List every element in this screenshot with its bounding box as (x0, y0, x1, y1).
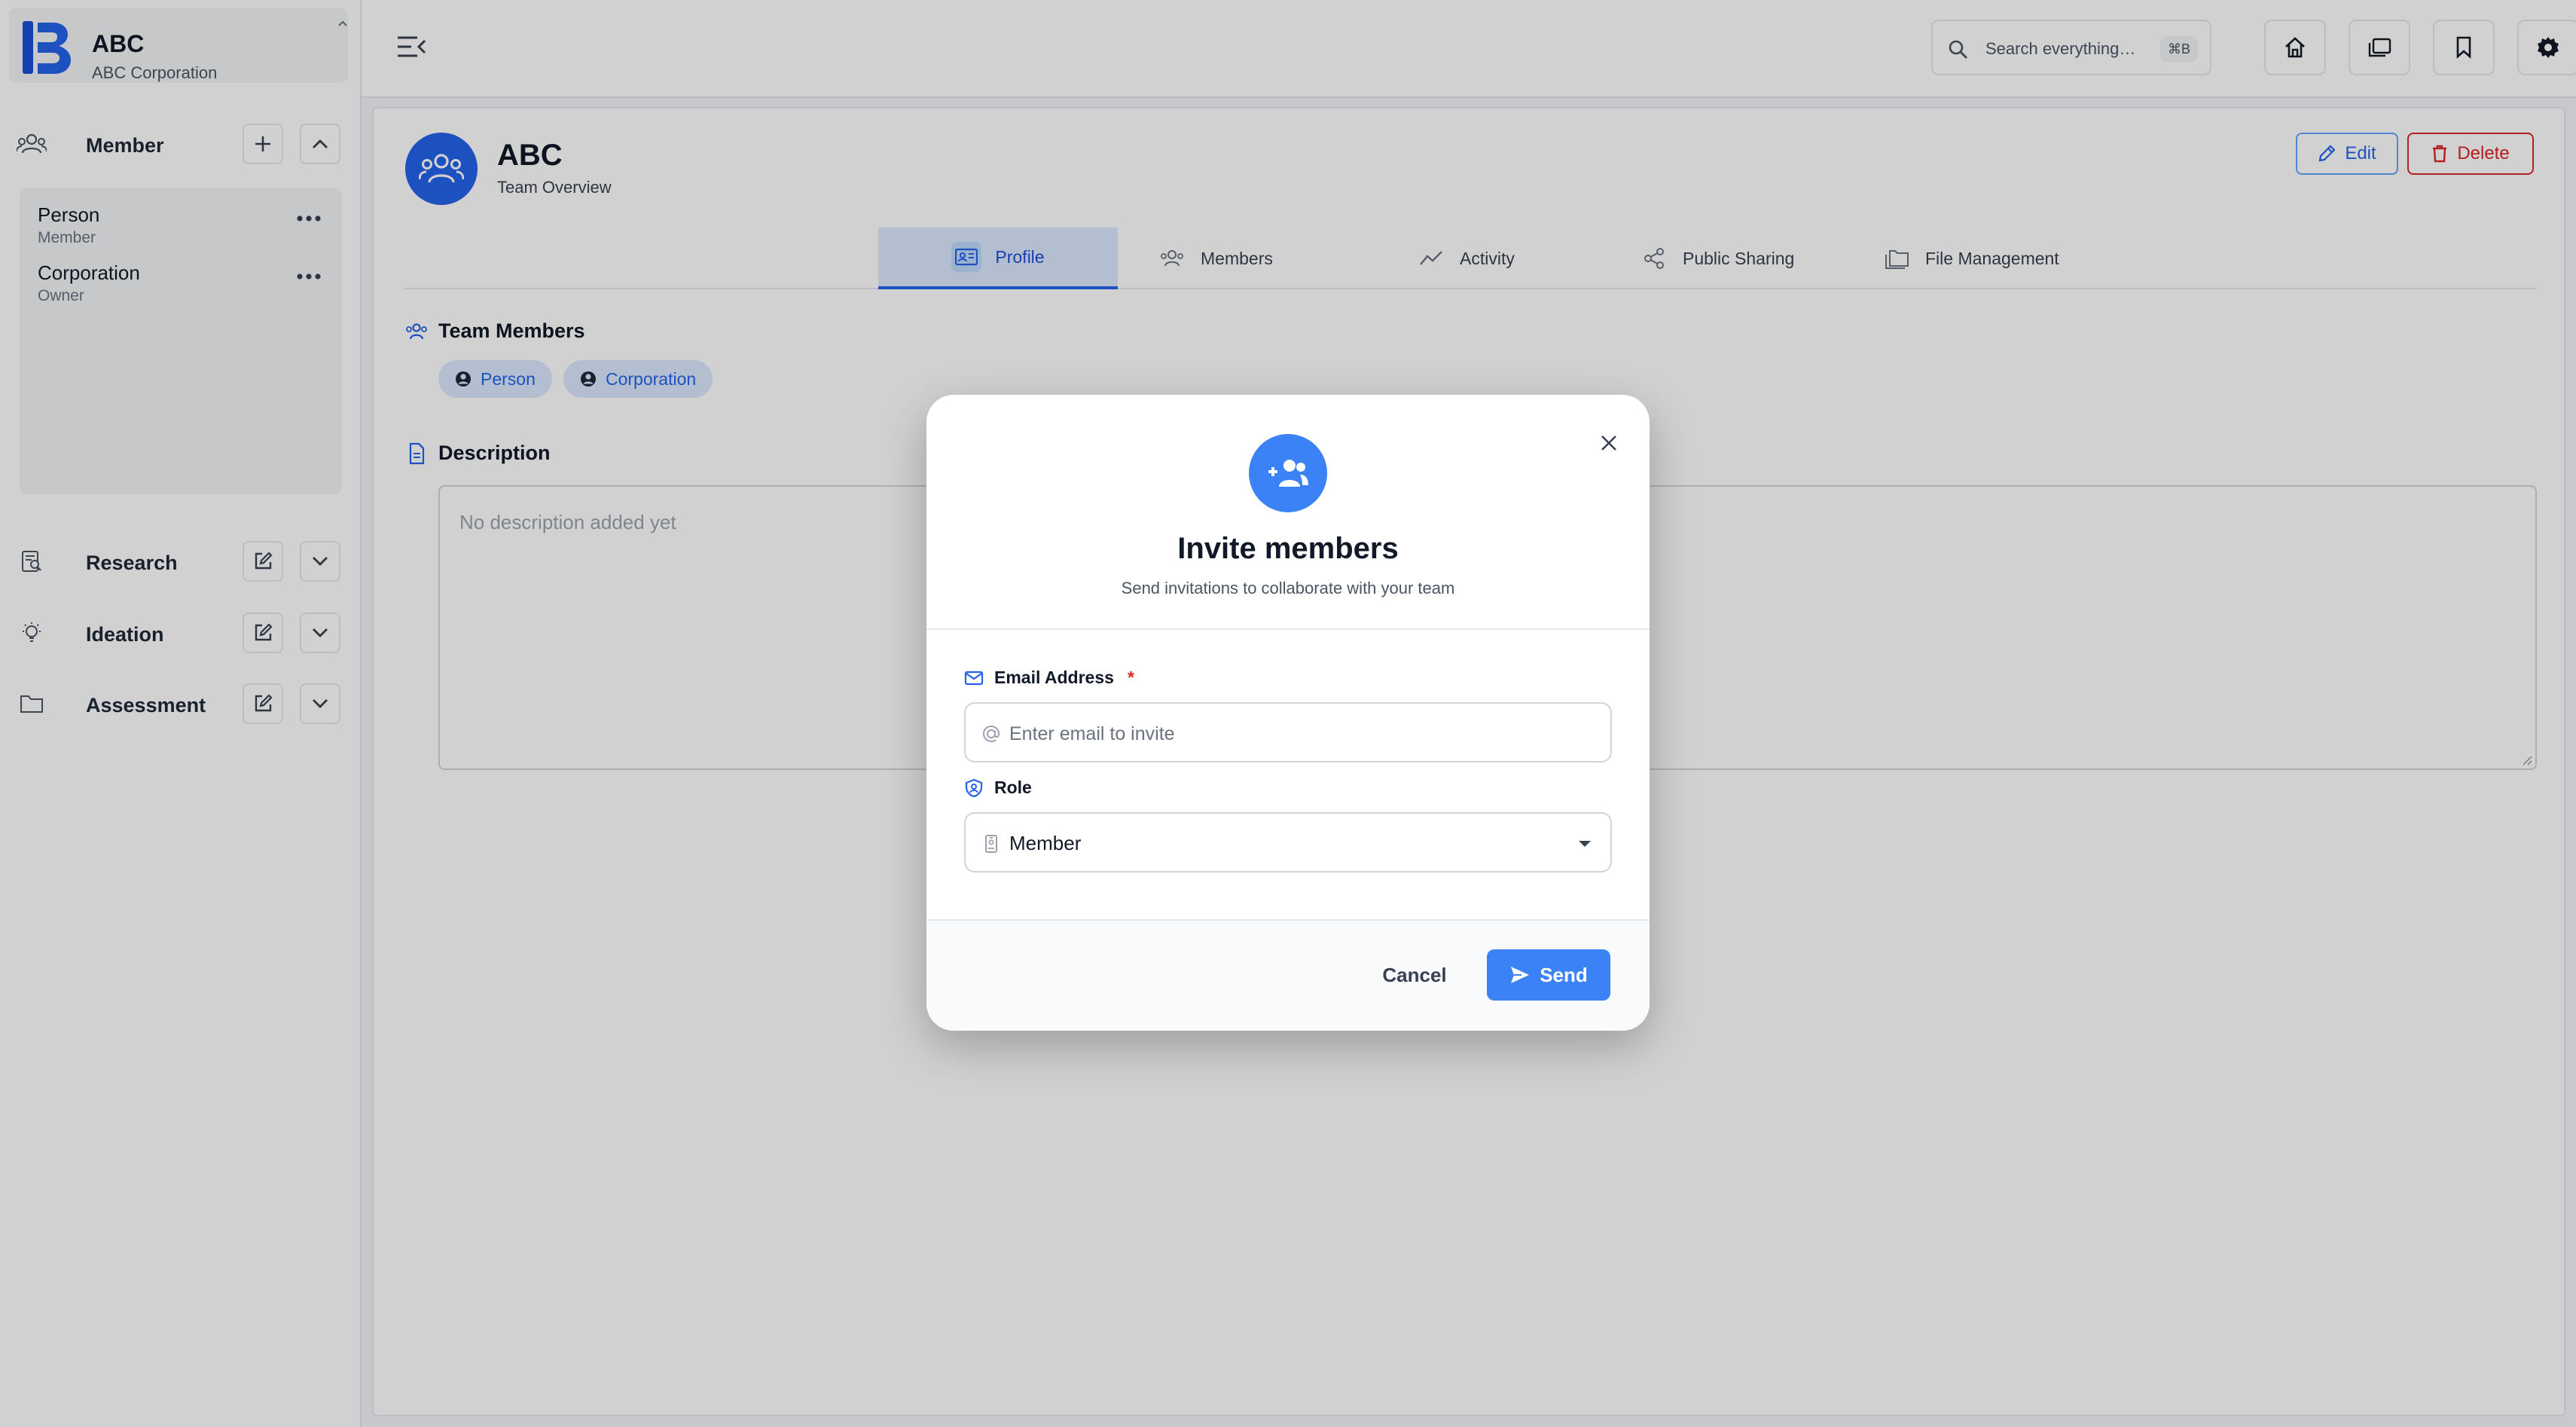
send-icon (1511, 967, 1530, 983)
role-select[interactable]: Member (964, 812, 1612, 872)
email-input[interactable] (1009, 717, 1582, 750)
role-label: Role (964, 778, 1032, 798)
email-field[interactable] (964, 702, 1612, 762)
invite-badge (1249, 434, 1327, 512)
send-button[interactable]: Send (1487, 949, 1610, 1001)
at-sign-icon (982, 725, 1000, 743)
add-user-icon (1268, 460, 1308, 487)
close-icon (1601, 435, 1616, 451)
send-button-label: Send (1540, 963, 1588, 986)
dialog-footer: Cancel Send (926, 919, 1650, 1031)
email-label-text: Email Address (994, 668, 1114, 687)
dialog-subtitle: Send invitations to collaborate with you… (1121, 579, 1455, 597)
dialog-title: Invite members (1177, 532, 1399, 565)
cancel-button[interactable]: Cancel (1378, 949, 1451, 1001)
role-label-text: Role (994, 778, 1032, 797)
shield-user-icon (965, 778, 983, 797)
mail-icon (964, 671, 984, 685)
close-button[interactable] (1594, 428, 1624, 458)
caret-down-icon (1579, 841, 1591, 847)
required-marker: * (1127, 668, 1134, 687)
role-selected-value: Member (1009, 832, 1082, 854)
id-badge-icon (985, 835, 997, 853)
email-label: Email Address * (964, 668, 1134, 688)
invite-members-dialog: Invite members Send invitations to colla… (926, 395, 1650, 1031)
divider (926, 628, 1650, 630)
